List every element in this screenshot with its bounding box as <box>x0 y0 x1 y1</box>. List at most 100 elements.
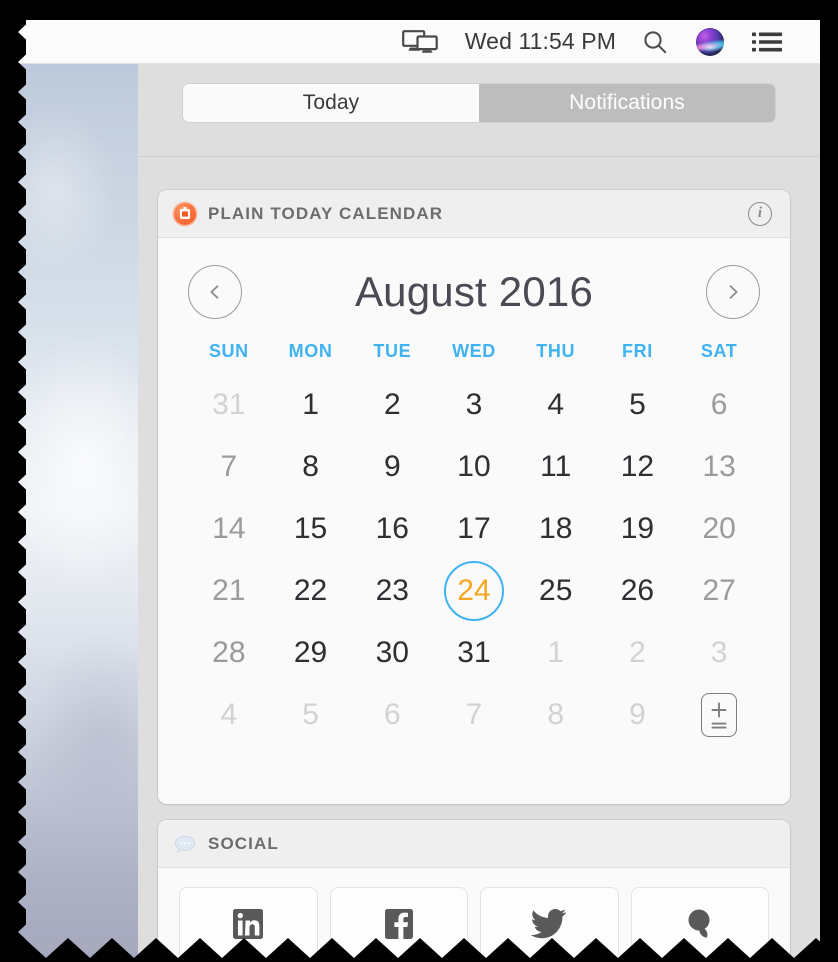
calendar-day[interactable]: 19 <box>597 498 679 560</box>
weekday-header-fri: FRI <box>622 340 653 361</box>
calendar-month-label: August 2016 <box>354 268 594 315</box>
calendar-day[interactable]: 8 <box>515 684 597 746</box>
calendar-day-number: 10 <box>457 450 491 483</box>
calendar-day[interactable]: 21 <box>188 560 270 622</box>
tab-today[interactable]: Today <box>183 84 479 122</box>
menu-bar-clock: Wed 11:54 PM <box>464 28 616 54</box>
notification-center-icon[interactable] <box>738 20 796 64</box>
chevron-left-icon <box>207 284 223 300</box>
calendar-day[interactable]: 2 <box>351 374 433 436</box>
weekday-header-thu: THU <box>536 340 576 361</box>
calendar-day-number: 30 <box>375 636 409 669</box>
calendar-day[interactable]: 23 <box>351 560 433 622</box>
weekday-header-sat: SAT <box>700 340 738 361</box>
calendar-day-number: 16 <box>375 512 409 545</box>
calendar-day-number: 21 <box>212 574 246 607</box>
calendar-day-number: 24 <box>457 574 491 607</box>
calendar-day-number: 1 <box>547 636 565 669</box>
calendar-day[interactable]: 12 <box>597 436 679 498</box>
calendar-day[interactable]: 9 <box>597 684 679 746</box>
calendar-day[interactable]: 4 <box>188 684 270 746</box>
calendar-day[interactable]: 29 <box>270 622 352 684</box>
calendar-day[interactable]: 26 <box>597 560 679 622</box>
widget-social: SOCIAL <box>158 820 790 962</box>
siri-orb <box>696 27 724 56</box>
calendar-day[interactable]: 9 <box>351 436 433 498</box>
calendar-day-number: 8 <box>547 698 565 731</box>
calendar-day-number: 6 <box>710 388 728 421</box>
calendar-day-number: 27 <box>702 574 736 607</box>
calendar-day[interactable]: 8 <box>270 436 352 498</box>
calendar-day[interactable]: 2 <box>597 622 679 684</box>
calendar-day[interactable]: 17 <box>433 498 515 560</box>
weekday-header-wed: WED <box>452 340 496 361</box>
facebook-button[interactable] <box>330 888 467 960</box>
linkedin-icon <box>231 907 265 941</box>
calendar-day[interactable]: 7 <box>433 684 515 746</box>
social-bubble-icon <box>174 833 196 855</box>
calendar-day-number: 6 <box>383 698 401 731</box>
add-subtract-icon <box>701 693 738 737</box>
calendar-day[interactable]: 7 <box>188 436 270 498</box>
calendar-day-number: 7 <box>220 450 238 483</box>
calendar-day[interactable]: 10 <box>433 436 515 498</box>
calendar-day[interactable]: 16 <box>351 498 433 560</box>
calendar-day-number: 17 <box>457 512 491 545</box>
calendar-day-number: 13 <box>702 450 736 483</box>
siri-icon[interactable] <box>682 20 738 64</box>
calendar-day-number: 7 <box>465 698 483 731</box>
calendar-day-number: 4 <box>547 388 565 421</box>
twitter-icon <box>531 908 567 940</box>
calendar-day-number: 20 <box>702 512 736 545</box>
calendar-day[interactable]: 1 <box>270 374 352 436</box>
calendar-day[interactable]: 22 <box>270 560 352 622</box>
calendar-day-number: 31 <box>457 636 491 669</box>
calendar-day-number: 3 <box>710 636 728 669</box>
segmented-control: Today Notifications <box>183 84 775 122</box>
vimeo-button[interactable] <box>631 888 768 960</box>
calendar-day[interactable]: 5 <box>270 684 352 746</box>
calendar-day[interactable]: 6 <box>678 374 760 436</box>
calendar-day[interactable]: 30 <box>351 622 433 684</box>
calendar-day[interactable]: 6 <box>351 684 433 746</box>
calendar-day[interactable]: 3 <box>433 374 515 436</box>
next-month-button[interactable] <box>706 265 760 319</box>
calendar-day-number: 28 <box>212 636 246 669</box>
calendar-day[interactable]: 31 <box>433 622 515 684</box>
calendar-day[interactable]: 15 <box>270 498 352 560</box>
calendar-day-number: 3 <box>465 388 483 421</box>
previous-month-button[interactable] <box>188 265 242 319</box>
vimeo-icon <box>683 907 717 941</box>
calendar-day-number: 26 <box>620 574 655 607</box>
calendar-day[interactable]: 18 <box>515 498 597 560</box>
calendar-day-number: 11 <box>540 450 572 483</box>
linkedin-button[interactable] <box>180 888 317 960</box>
search-icon[interactable] <box>628 20 682 64</box>
tab-notifications[interactable]: Notifications <box>479 84 775 122</box>
calendar-day[interactable]: 25 <box>515 560 597 622</box>
calendar-day[interactable]: 14 <box>188 498 270 560</box>
calendar-day[interactable]: 28 <box>188 622 270 684</box>
calendar-day-number: 4 <box>220 698 238 731</box>
calendar-day-today[interactable]: 24 <box>433 560 515 622</box>
calendar-day[interactable]: 5 <box>597 374 679 436</box>
weekday-header-sun: SUN <box>208 340 249 361</box>
calendar-month-navigation: August 2016 <box>188 256 760 328</box>
calendar-day[interactable]: 11 <box>515 436 597 498</box>
calendar-info-button[interactable]: i <box>748 201 772 226</box>
add-subtract-button[interactable] <box>678 684 760 746</box>
airplay-display-icon[interactable] <box>387 20 453 64</box>
calendar-day[interactable]: 3 <box>678 622 760 684</box>
calendar-day[interactable]: 20 <box>678 498 760 560</box>
calendar-day-number: 12 <box>620 450 655 483</box>
calendar-day[interactable]: 31 <box>188 374 270 436</box>
calendar-day[interactable]: 27 <box>678 560 760 622</box>
calendar-day[interactable]: 1 <box>515 622 597 684</box>
calendar-day-number: 31 <box>212 388 246 421</box>
social-widget-title: SOCIAL <box>208 833 279 853</box>
calendar-day[interactable]: 13 <box>678 436 760 498</box>
calendar-day-number: 18 <box>539 512 573 545</box>
calendar-day-number: 8 <box>302 450 319 483</box>
calendar-day[interactable]: 4 <box>515 374 597 436</box>
twitter-button[interactable] <box>481 888 618 960</box>
